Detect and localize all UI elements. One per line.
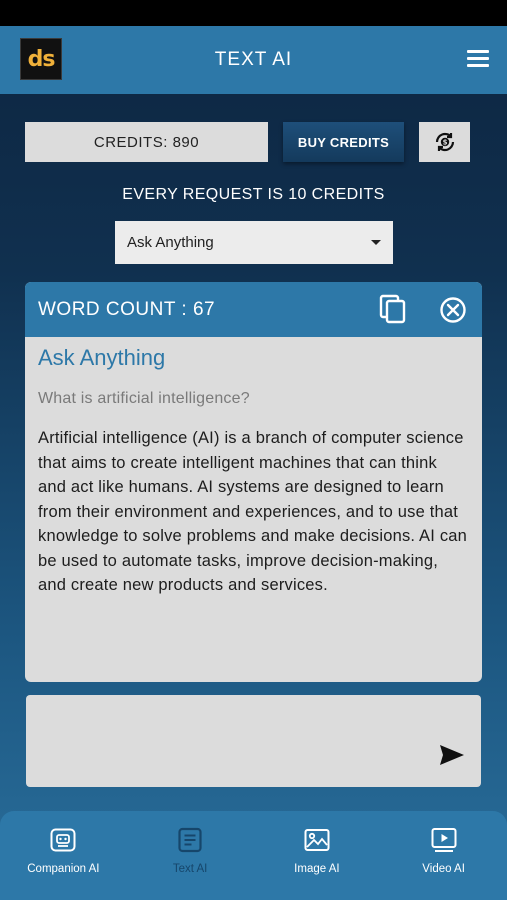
- credits-display: CREDITS: 890: [25, 122, 268, 162]
- result-card: WORD COUNT : 67 Ask Anything What is art…: [25, 282, 482, 682]
- app-logo[interactable]: ds: [20, 38, 62, 80]
- refresh-credits-button[interactable]: $: [419, 122, 470, 162]
- text-doc-icon: [178, 827, 202, 853]
- hamburger-menu-icon[interactable]: [467, 50, 489, 68]
- mode-select-value: Ask Anything: [127, 234, 214, 251]
- close-circle-icon[interactable]: [439, 296, 467, 324]
- video-icon: [431, 828, 457, 852]
- result-card-header: WORD COUNT : 67: [25, 282, 482, 337]
- word-count: WORD COUNT : 67: [38, 298, 216, 320]
- status-bar: [0, 0, 507, 26]
- page-title: TEXT AI: [214, 49, 293, 70]
- nav-item-text-ai[interactable]: Text AI: [127, 811, 254, 900]
- mode-select[interactable]: Ask Anything: [115, 221, 393, 264]
- nav-item-companion-ai[interactable]: Companion AI: [0, 811, 127, 900]
- result-answer: Artificial intelligence (AI) is a branch…: [38, 429, 468, 594]
- companion-icon: [50, 828, 76, 852]
- result-title: Ask Anything: [38, 345, 166, 370]
- result-question: What is artificial intelligence?: [38, 390, 250, 407]
- copy-icon[interactable]: [379, 294, 407, 324]
- nav-item-image-ai[interactable]: Image AI: [254, 811, 381, 900]
- svg-text:$: $: [442, 139, 447, 147]
- caret-down-icon: [371, 240, 381, 245]
- buy-credits-button[interactable]: BUY CREDITS: [283, 122, 404, 162]
- coin-refresh-icon: $: [435, 132, 454, 152]
- send-icon[interactable]: [439, 744, 465, 766]
- app-bar: ds TEXT AI: [0, 26, 507, 94]
- image-icon: [304, 829, 330, 851]
- nav-label: Image AI: [294, 863, 340, 875]
- credits-note: EVERY REQUEST IS 10 CREDITS: [122, 186, 385, 203]
- nav-label: Text AI: [172, 863, 208, 875]
- nav-label: Companion AI: [27, 863, 100, 875]
- bottom-nav: Companion AI Text AI Image AI Video AI: [0, 811, 507, 900]
- nav-label: Video AI: [422, 863, 465, 875]
- nav-item-video-ai[interactable]: Video AI: [380, 811, 507, 900]
- prompt-input[interactable]: [26, 695, 481, 787]
